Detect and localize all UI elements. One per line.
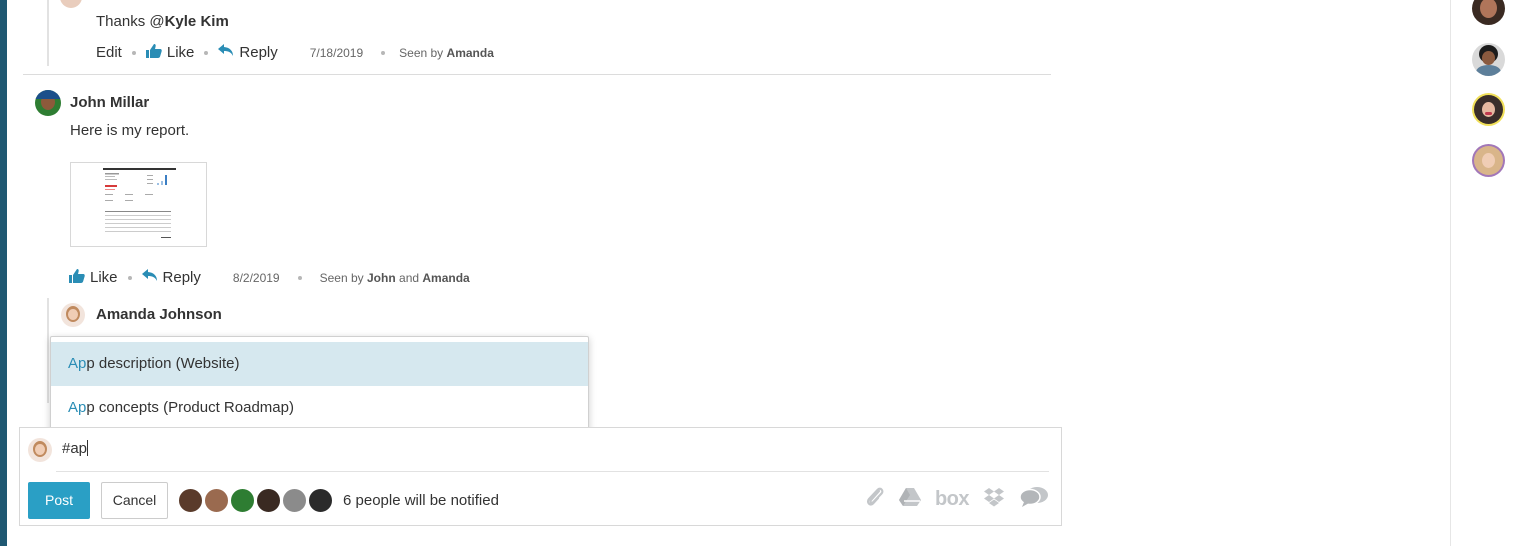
report-preview-image <box>103 168 176 238</box>
seen-by-prefix: Seen by <box>319 270 364 285</box>
post-actions: Like Reply 8/2/2019 Seen by John and Ama… <box>69 269 470 286</box>
reply-text-prefix: Thanks @ <box>96 13 165 30</box>
suggestion-item-app-description[interactable]: App description (Website) <box>51 342 588 386</box>
like-label: Like <box>166 44 195 61</box>
separator-dot <box>204 50 209 55</box>
comment-composer: #ap Post Cancel 6 people will be notifie… <box>19 427 1062 526</box>
text-caret <box>87 440 89 456</box>
report-attachment-thumbnail[interactable] <box>70 162 207 247</box>
separator-dot <box>381 50 386 55</box>
reply-button[interactable]: Reply <box>141 269 201 286</box>
edit-link[interactable]: Edit <box>96 44 122 61</box>
cancel-button[interactable]: Cancel <box>101 482 168 519</box>
notified-avatar[interactable] <box>255 487 282 514</box>
google-drive-icon[interactable] <box>898 487 921 512</box>
member-avatar-2[interactable] <box>1472 43 1505 76</box>
seen-by-prefix: Seen by <box>399 45 444 60</box>
seen-by: Seen by Amanda <box>399 46 494 60</box>
thumbs-up-icon <box>69 269 85 283</box>
notify-count-text: 6 people will be notified <box>343 492 499 509</box>
post-button[interactable]: Post <box>28 482 90 519</box>
seen-by-name: Amanda <box>446 45 494 60</box>
reply-actions: Edit Like Reply 7/18/2019 Seen by Amanda <box>96 44 494 61</box>
seen-by: Seen by John and Amanda <box>320 271 470 285</box>
like-button[interactable]: Like <box>145 44 195 61</box>
reply-author-avatar[interactable] <box>61 303 85 327</box>
thumbs-up-icon <box>145 44 162 58</box>
comment-input[interactable]: #ap <box>62 440 89 457</box>
reply-arrow-icon <box>141 269 157 281</box>
notified-avatar[interactable] <box>281 487 308 514</box>
suggestion-match: Ap <box>68 355 87 372</box>
composer-divider <box>56 471 1049 472</box>
suggestion-item-app-concepts[interactable]: App concepts (Product Roadmap) <box>51 386 588 430</box>
attach-icon[interactable] <box>865 486 885 513</box>
seen-by-name-1: John <box>367 270 396 285</box>
post-author-name[interactable]: John Millar <box>70 94 149 111</box>
member-avatar-1[interactable] <box>1472 0 1505 25</box>
member-avatar-3[interactable] <box>1472 93 1505 126</box>
post-date: 8/2/2019 <box>232 270 280 285</box>
reply-author-avatar <box>60 0 82 8</box>
notified-avatar[interactable] <box>229 487 256 514</box>
left-sidebar-edge <box>0 0 7 546</box>
thread-line <box>47 298 49 403</box>
seen-by-name-2: Amanda <box>422 270 470 285</box>
thread-line <box>47 0 49 66</box>
reply-label: Reply <box>239 44 278 61</box>
post-author-avatar[interactable] <box>35 90 61 116</box>
comment-input-value: #ap <box>62 440 88 457</box>
right-panel-divider <box>1450 0 1451 546</box>
box-icon[interactable]: box <box>935 488 970 511</box>
reply-author-name[interactable]: Amanda Johnson <box>96 306 222 323</box>
suggestion-match: Ap <box>68 399 87 416</box>
reply-arrow-icon <box>218 44 234 56</box>
post-text: Here is my report. <box>70 122 190 139</box>
separator-dot <box>127 275 132 280</box>
separator-dot <box>131 50 136 55</box>
dropbox-icon[interactable] <box>983 487 1005 512</box>
like-button[interactable]: Like <box>69 269 118 286</box>
notified-avatar[interactable] <box>203 487 230 514</box>
current-user-avatar <box>28 438 52 462</box>
suggestion-label: p description (Website) <box>86 355 240 372</box>
like-label: Like <box>90 269 118 286</box>
reply-button[interactable]: Reply <box>218 44 278 61</box>
notified-avatar[interactable] <box>307 487 334 514</box>
notified-avatar[interactable] <box>177 487 204 514</box>
post-divider <box>23 74 1051 75</box>
attachment-tools: box <box>851 486 1049 513</box>
notified-people <box>177 487 334 514</box>
reply-text: Thanks @Kyle Kim <box>96 13 229 30</box>
member-avatar-4[interactable] <box>1472 144 1505 177</box>
reply-date: 7/18/2019 <box>309 45 364 60</box>
reply-label: Reply <box>162 269 201 286</box>
tag-suggestions-dropdown: App description (Website) App concepts (… <box>50 336 589 434</box>
seen-by-and: and <box>399 270 420 285</box>
mention[interactable]: Kyle Kim <box>165 13 229 30</box>
chat-icon[interactable] <box>1019 486 1049 513</box>
suggestion-label: p concepts (Product Roadmap) <box>86 399 294 416</box>
separator-dot <box>297 275 302 280</box>
